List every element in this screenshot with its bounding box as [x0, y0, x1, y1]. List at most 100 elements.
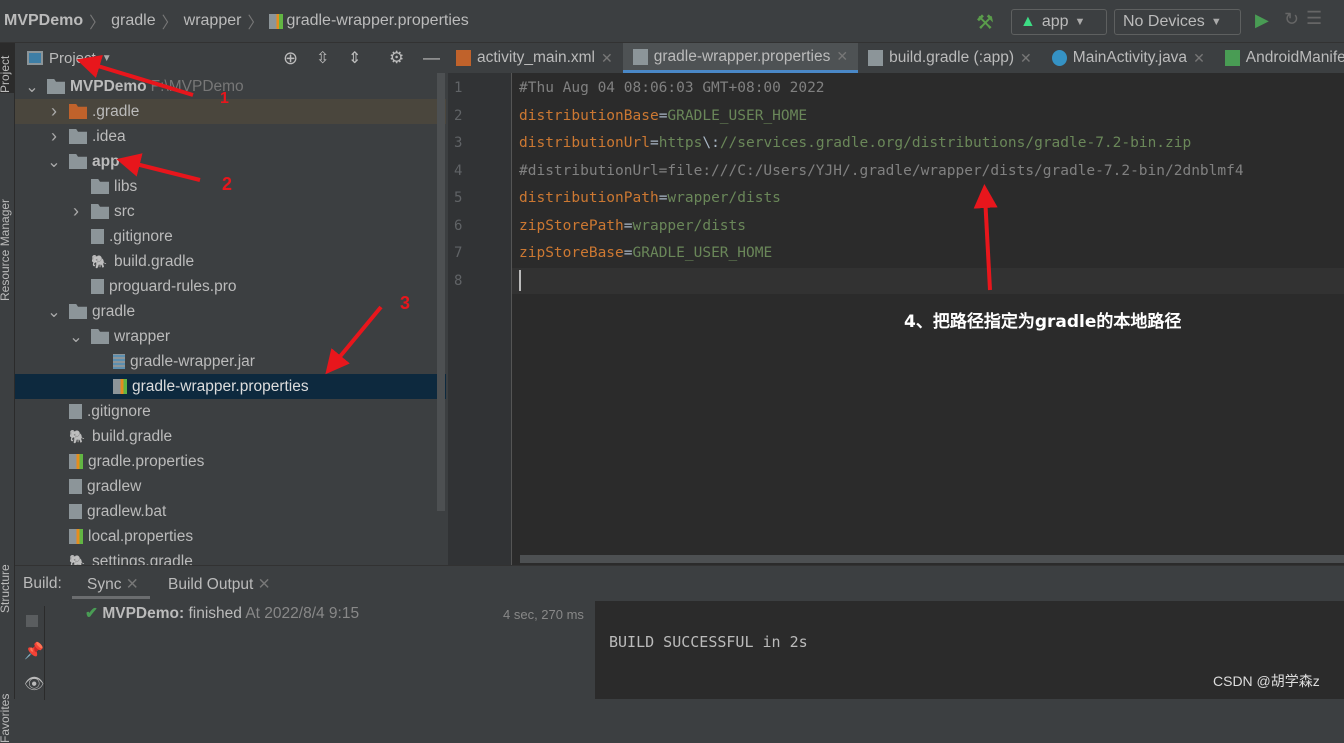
build-output-text: BUILD SUCCESSFUL in 2s	[609, 633, 808, 651]
code-line: distributionUrl=https\://services.gradle…	[519, 135, 1192, 151]
horizontal-scrollbar[interactable]	[520, 555, 1344, 563]
project-view-select[interactable]: Project	[49, 50, 96, 67]
tree-item[interactable]: › .gradle	[15, 99, 446, 124]
tree-item[interactable]: 🐘 settings.gradle	[15, 549, 446, 566]
editor-tab[interactable]: gradle-wrapper.properties ✕	[622, 43, 859, 73]
tree-item[interactable]: libs	[15, 174, 446, 199]
expand-all-icon[interactable]: ⇳	[316, 48, 329, 68]
chevron-down-icon[interactable]: ⌄	[47, 152, 61, 172]
device-select[interactable]: No Devices ▼	[1114, 9, 1241, 35]
tree-item[interactable]: › .idea	[15, 124, 446, 149]
gradle-elephant-icon: 🐘	[69, 429, 86, 444]
tree-item[interactable]: .gitignore	[15, 224, 446, 249]
code-line: distributionPath=wrapper/dists	[519, 190, 781, 206]
tree-item[interactable]: 🐘 build.gradle	[15, 424, 446, 449]
annotation-note: 4、把路径指定为gradle的本地路径	[904, 312, 1182, 332]
tree-item-label: .gitignore	[87, 402, 151, 420]
editor-tab[interactable]: build.gradle (:app) ✕	[858, 43, 1042, 73]
file-icon	[91, 279, 104, 294]
tab-label: build.gradle (:app)	[889, 49, 1015, 66]
tree-item-label: proguard-rules.pro	[109, 277, 237, 295]
properties-file-icon	[269, 13, 284, 29]
left-tool-stripe: Project Resource Manager Structure Favor…	[0, 43, 15, 743]
tree-scrollbar[interactable]	[437, 73, 445, 511]
tab-label: AndroidManifest.xml	[1245, 49, 1344, 66]
folder-icon	[69, 104, 87, 119]
line-number: 4	[454, 162, 463, 179]
close-icon[interactable]: ✕	[1193, 50, 1205, 67]
tree-item-label: build.gradle	[114, 252, 195, 270]
pin-icon[interactable]: 📌	[24, 641, 44, 661]
breadcrumb-project[interactable]: MVPDemo	[4, 12, 83, 30]
properties-file-icon	[69, 529, 83, 544]
tree-item[interactable]: gradle-wrapper.jar	[15, 349, 446, 374]
apply-changes-icon[interactable]: ↻	[1284, 9, 1299, 30]
structure-tool-tab[interactable]: Structure	[0, 564, 12, 613]
run-icon[interactable]: ▶	[1255, 10, 1269, 31]
java-class-icon	[1051, 50, 1067, 66]
breadcrumb-wrapper[interactable]: wrapper	[184, 12, 242, 30]
chevron-down-icon[interactable]: ⌄	[25, 77, 39, 97]
apply-code-changes-icon[interactable]: ☰	[1306, 8, 1322, 29]
collapse-all-icon[interactable]: ⇕	[348, 48, 361, 68]
chevron-right-icon[interactable]: ›	[47, 126, 61, 147]
tree-item[interactable]: gradlew	[15, 474, 446, 499]
tree-item-label: gradle.properties	[88, 452, 205, 470]
tree-item[interactable]: ⌄ MVPDemo F:\MVPDemo	[15, 74, 446, 99]
locate-icon[interactable]: ⊕	[283, 48, 298, 69]
favorites-tool-tab[interactable]: Favorites	[0, 694, 12, 743]
chevron-down-icon[interactable]: ⌄	[69, 327, 83, 347]
stop-icon[interactable]	[26, 615, 38, 627]
jar-icon	[113, 354, 125, 369]
folder-icon	[91, 179, 109, 194]
line-number: 7	[454, 245, 463, 261]
breadcrumb-file[interactable]: gradle-wrapper.properties	[286, 12, 468, 30]
tree-item[interactable]: 🐘 build.gradle	[15, 249, 446, 274]
build-result-row[interactable]: ✔ MVPDemo: finished At 2022/8/4 9:15	[85, 604, 359, 623]
breadcrumb-gradle[interactable]: gradle	[111, 12, 155, 30]
chevron-right-icon[interactable]: ›	[69, 201, 83, 222]
tree-item[interactable]: ⌄ gradle	[15, 299, 446, 324]
close-icon[interactable]: ✕	[1020, 50, 1032, 67]
tab-label: gradle-wrapper.properties	[653, 47, 831, 65]
code-line: #Thu Aug 04 08:06:03 GMT+08:00 2022	[519, 80, 825, 96]
run-config-select[interactable]: ▲ app ▼	[1011, 9, 1107, 35]
gradle-elephant-icon	[868, 50, 884, 66]
watermark: CSDN @胡学森z	[1213, 673, 1320, 689]
chevron-right-icon[interactable]: ›	[47, 101, 61, 122]
module-folder-icon	[69, 154, 87, 169]
module-icon	[47, 79, 65, 94]
tree-item[interactable]: .gitignore	[15, 399, 446, 424]
resource-manager-tool-tab[interactable]: Resource Manager	[0, 199, 12, 301]
file-icon	[91, 229, 104, 244]
build-hammer-icon[interactable]: ⚒	[976, 10, 994, 35]
line-number: 6	[454, 217, 463, 234]
tree-item[interactable]: › src	[15, 199, 446, 224]
close-icon[interactable]: ✕	[601, 50, 613, 67]
editor-tab[interactable]: activity_main.xml ✕	[446, 43, 623, 73]
editor-tabs: activity_main.xml ✕ gradle-wrapper.propert…	[446, 43, 1344, 73]
xml-file-icon	[456, 50, 471, 66]
hide-icon[interactable]: —	[423, 48, 440, 68]
tree-item[interactable]: gradlew.bat	[15, 499, 446, 524]
editor-tab[interactable]: AndroidManifest.xml	[1215, 43, 1344, 73]
tree-item[interactable]: ⌄ app	[15, 149, 446, 174]
folder-icon	[91, 329, 109, 344]
tree-item[interactable]: proguard-rules.pro	[15, 274, 446, 299]
tree-item[interactable]: ⌄ wrapper	[15, 324, 446, 349]
editor-tab[interactable]: MainActivity.java ✕	[1042, 43, 1215, 73]
project-tree: ⌄ MVPDemo F:\MVPDemo › .gradle › .idea ⌄ app lib…	[15, 73, 446, 565]
gear-icon[interactable]: ⚙	[389, 48, 404, 68]
properties-file-icon	[113, 379, 127, 394]
tab-build-output[interactable]: Build Output ✕	[168, 575, 271, 594]
code-line: zipStoreBase=GRADLE_USER_HOME	[519, 245, 773, 261]
project-tool-tab[interactable]: Project	[0, 56, 12, 93]
tree-item[interactable]: local.properties	[15, 524, 446, 549]
tree-item[interactable]: gradle.properties	[15, 449, 446, 474]
file-icon	[69, 479, 82, 494]
tree-item[interactable]: gradle-wrapper.properties	[15, 374, 446, 399]
tab-sync[interactable]: Sync ✕	[72, 566, 150, 599]
chevron-down-icon[interactable]: ⌄	[47, 302, 61, 322]
eye-icon[interactable]: 👁	[24, 674, 44, 694]
close-icon[interactable]: ✕	[836, 48, 848, 65]
